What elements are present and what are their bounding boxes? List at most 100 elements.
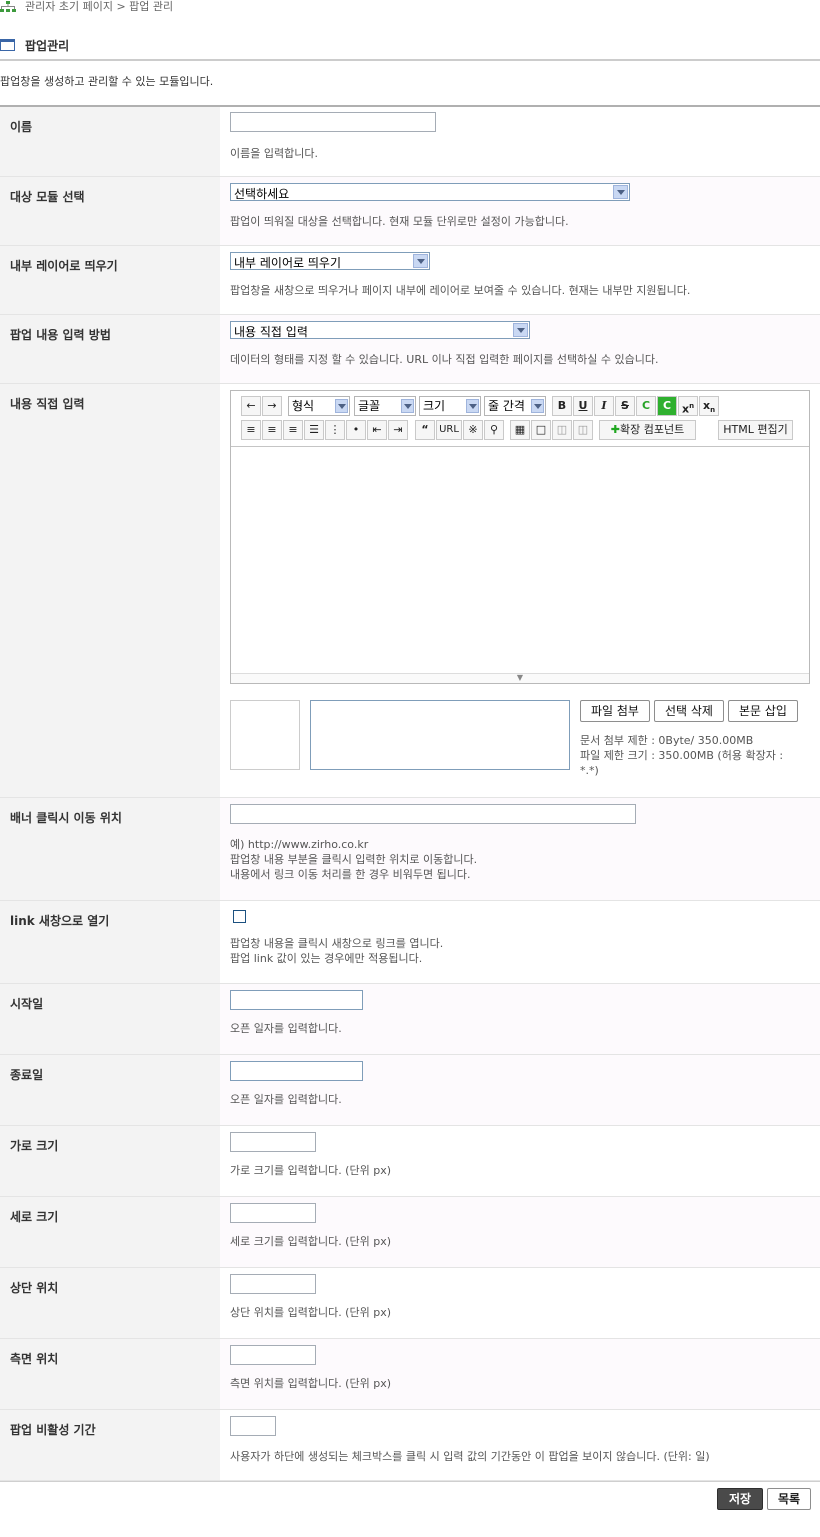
divider	[0, 1481, 820, 1482]
row-content: 내용 직접 입력 ← → 형식 글꼴 크기 줄 간격 B U I S C C x…	[0, 384, 820, 798]
top-position-help: 상단 위치를 입력합니다. (단위 px)	[230, 1306, 391, 1319]
outdent-icon[interactable]: ⇤	[367, 420, 387, 440]
ordered-list-icon[interactable]: ⋮	[325, 420, 345, 440]
line-height-select[interactable]: 줄 간격	[484, 396, 546, 416]
undo-icon[interactable]: ←	[241, 396, 261, 416]
inactive-period-help: 사용자가 하단에 생성되는 체크박스를 클릭 시 입력 값의 기간동안 이 팝업…	[230, 1450, 710, 1463]
align-justify-icon[interactable]: ☰	[304, 420, 324, 440]
layer-help: 팝업창을 새창으로 띄우거나 페이지 내부에 레이어로 보여줄 수 있습니다. …	[230, 284, 691, 297]
inactive-period-label: 팝업 비활성 기간	[10, 1423, 96, 1437]
banner-help-2: 내용에서 링크 이동 처리를 한 경우 비워두면 됩니다.	[230, 868, 471, 881]
quote-icon[interactable]: “	[415, 420, 435, 440]
chevron-down-icon	[513, 323, 528, 337]
page-description: 팝업창을 생성하고 관리할 수 있는 모듈입니다.	[0, 75, 214, 88]
search-icon[interactable]: ⚲	[484, 420, 504, 440]
chevron-down-icon	[401, 399, 414, 413]
side-position-input[interactable]	[230, 1345, 316, 1365]
bold-button[interactable]: B	[552, 396, 572, 416]
chevron-down-icon	[613, 185, 628, 199]
inactive-period-input[interactable]	[230, 1416, 276, 1436]
chevron-down-icon	[413, 254, 428, 268]
strike-button[interactable]: S	[615, 396, 635, 416]
special-char-icon[interactable]: ※	[463, 420, 483, 440]
row-end-date: 종료일 오픈 일자를 입력합니다.	[0, 1055, 820, 1126]
file-ext-text: *.*)	[580, 764, 599, 777]
table-icon[interactable]: ▦	[510, 420, 530, 440]
banner-help-example: 예) http://www.zirho.co.kr	[230, 838, 369, 851]
input-method-help: 데이터의 형태를 지정 할 수 있습니다. URL 이나 직접 입력한 페이지를…	[230, 353, 659, 366]
superscript-icon[interactable]: xn	[678, 396, 698, 416]
name-help: 이름을 입력합니다.	[230, 147, 318, 160]
link-new-help-1: 팝업창 내용을 클릭시 새창으로 링크를 엽니다.	[230, 937, 444, 950]
name-label: 이름	[10, 120, 33, 134]
size-select[interactable]: 크기	[419, 396, 481, 416]
height-input[interactable]	[230, 1203, 316, 1223]
editor-content-area[interactable]	[231, 448, 809, 674]
page-title-text: 팝업관리	[25, 39, 70, 53]
bg-color-button[interactable]: C	[657, 396, 677, 416]
url-button[interactable]: URL	[436, 420, 462, 440]
align-center-icon[interactable]: ≡	[262, 420, 282, 440]
sitemap-icon	[0, 1, 16, 12]
attachment-list[interactable]	[310, 700, 570, 770]
end-date-input[interactable]	[230, 1061, 363, 1081]
target-label: 대상 모듈 선택	[10, 190, 85, 204]
redo-icon[interactable]: →	[262, 396, 282, 416]
side-position-help: 측면 위치를 입력합니다. (단위 px)	[230, 1377, 391, 1390]
link-new-checkbox[interactable]	[233, 910, 246, 923]
merge-cell-icon[interactable]: ◫	[552, 420, 572, 440]
content-label: 내용 직접 입력	[10, 397, 85, 411]
align-left-icon[interactable]: ≡	[241, 420, 261, 440]
split-cell-icon[interactable]: ◫	[573, 420, 593, 440]
width-help: 가로 크기를 입력합니다. (단위 px)	[230, 1164, 391, 1177]
row-target: 대상 모듈 선택 선택하세요 팝업이 띄워질 대상을 선택합니다. 현재 모듈 …	[0, 177, 820, 246]
layer-select[interactable]: 내부 레이어로 띄우기	[230, 252, 430, 270]
row-top-position: 상단 위치 상단 위치를 입력합니다. (단위 px)	[0, 1268, 820, 1339]
format-select[interactable]: 형식	[288, 396, 350, 416]
html-editor-button[interactable]: HTML 편집기	[718, 420, 793, 440]
name-input[interactable]	[230, 112, 436, 132]
insert-body-button[interactable]: 본문 삽입	[728, 700, 798, 722]
start-date-label: 시작일	[10, 997, 44, 1011]
target-help: 팝업이 띄워질 대상을 선택합니다. 현재 모듈 단위로만 설정이 가능합니다.	[230, 215, 569, 228]
chevron-down-icon	[466, 399, 479, 413]
height-help: 세로 크기를 입력합니다. (단위 px)	[230, 1235, 391, 1248]
end-date-help: 오픈 일자를 입력합니다.	[230, 1093, 342, 1106]
layer-label: 내부 레이어로 띄우기	[10, 259, 118, 273]
chevron-down-icon	[335, 399, 348, 413]
extension-component-button[interactable]: ✚확장 컴포넌트	[599, 420, 696, 440]
end-date-label: 종료일	[10, 1068, 44, 1082]
top-position-input[interactable]	[230, 1274, 316, 1294]
banner-help-1: 팝업창 내용 부분을 클릭시 입력한 위치로 이동합니다.	[230, 853, 478, 866]
list-button[interactable]: 목록	[767, 1488, 811, 1510]
subscript-icon[interactable]: xn	[699, 396, 719, 416]
start-date-input[interactable]	[230, 990, 363, 1010]
font-color-button[interactable]: C	[636, 396, 656, 416]
italic-button[interactable]: I	[594, 396, 614, 416]
delete-selected-button[interactable]: 선택 삭제	[654, 700, 724, 722]
file-attach-button[interactable]: 파일 첨부	[580, 700, 650, 722]
banner-url-input[interactable]	[230, 804, 636, 824]
save-button[interactable]: 저장	[717, 1488, 763, 1510]
align-right-icon[interactable]: ≡	[283, 420, 303, 440]
height-label: 세로 크기	[10, 1210, 59, 1224]
row-banner: 배너 클릭시 이동 위치 예) http://www.zirho.co.kr 팝…	[0, 798, 820, 901]
target-select[interactable]: 선택하세요	[230, 183, 630, 201]
width-input[interactable]	[230, 1132, 316, 1152]
underline-button[interactable]: U	[573, 396, 593, 416]
banner-label: 배너 클릭시 이동 위치	[10, 811, 122, 825]
font-select[interactable]: 글꼴	[354, 396, 416, 416]
width-label: 가로 크기	[10, 1139, 59, 1153]
plus-icon: ✚	[610, 423, 620, 436]
indent-icon[interactable]: ⇥	[388, 420, 408, 440]
row-layer: 내부 레이어로 띄우기 내부 레이어로 띄우기 팝업창을 새창으로 띄우거나 페…	[0, 246, 820, 315]
input-method-select[interactable]: 내용 직접 입력	[230, 321, 530, 339]
editor-toolbar: ← → 형식 글꼴 크기 줄 간격 B U I S C C xn xn ≡ ≡ …	[231, 391, 809, 447]
cell-icon[interactable]: □	[531, 420, 551, 440]
resize-handle-icon[interactable]: ▼	[231, 673, 809, 683]
row-link-new-window: link 새창으로 열기 팝업창 내용을 클릭시 새창으로 링크를 엽니다. 팝…	[0, 901, 820, 984]
row-name: 이름 이름을 입력합니다.	[0, 107, 820, 177]
breadcrumb-text[interactable]: 관리자 초기 페이지 > 팝업 관리	[25, 0, 173, 14]
unordered-list-icon[interactable]: •	[346, 420, 366, 440]
row-width: 가로 크기 가로 크기를 입력합니다. (단위 px)	[0, 1126, 820, 1197]
